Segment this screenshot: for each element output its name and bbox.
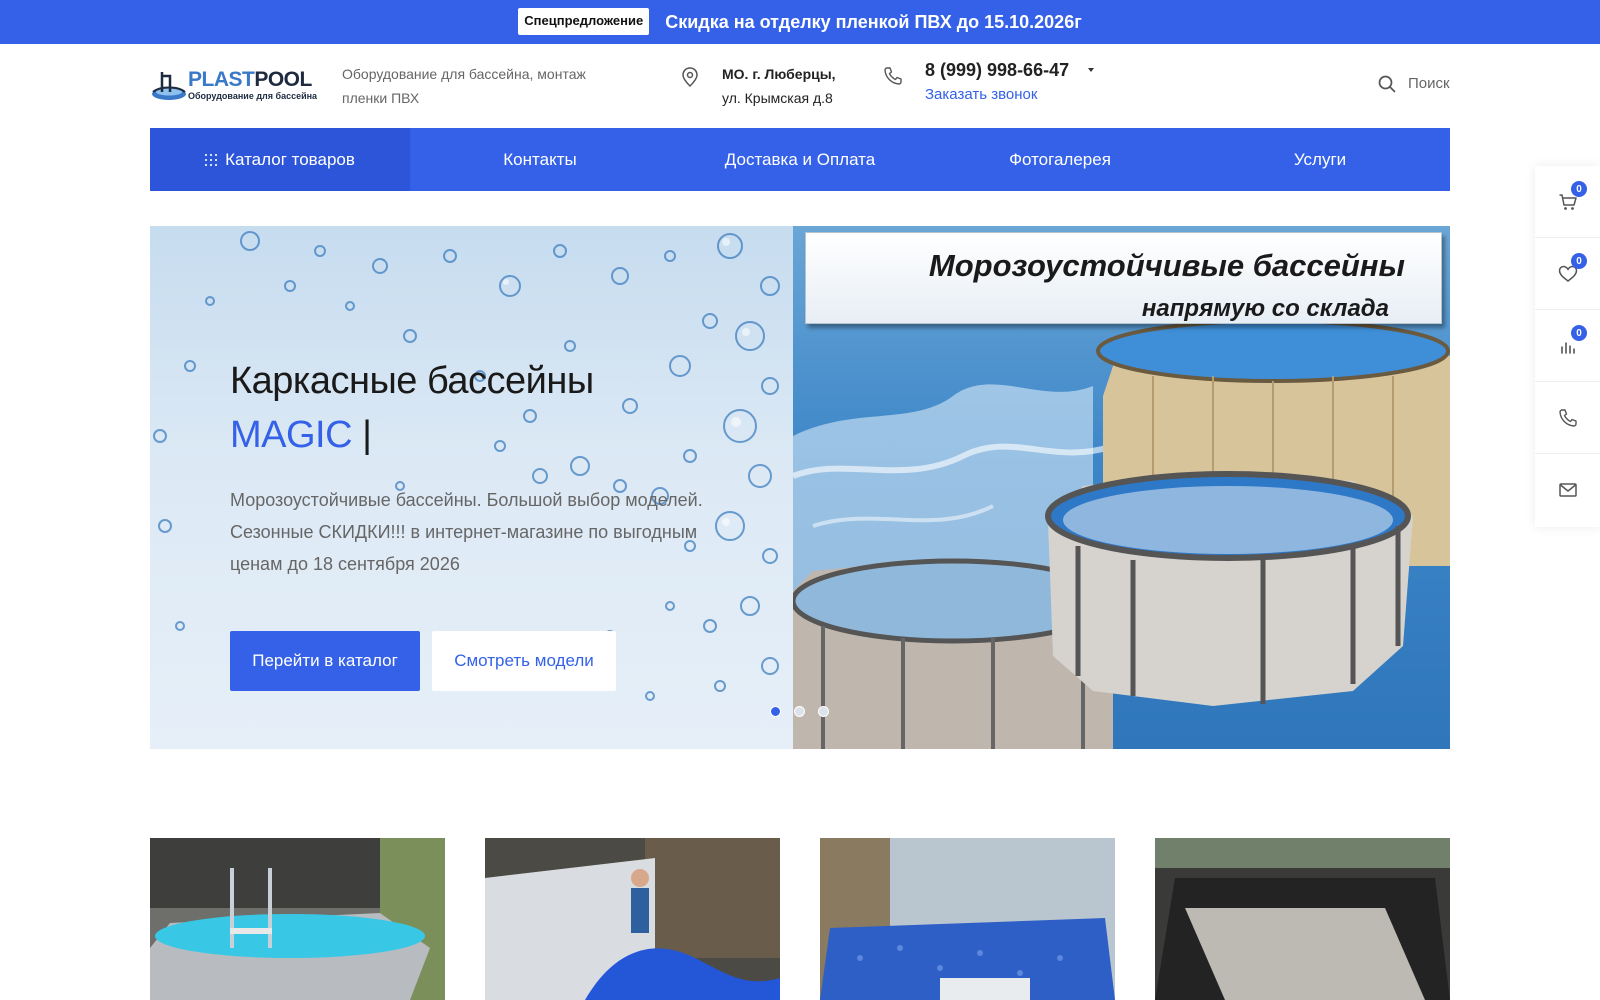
phone-icon — [1558, 408, 1577, 427]
mosaic-liner-photo — [820, 838, 1115, 1000]
search-button[interactable]: Поиск — [1408, 75, 1450, 92]
nav-item-label: Доставка и Оплата — [724, 149, 876, 169]
category-card-4[interactable] — [1155, 838, 1450, 1000]
location-pin-icon — [682, 67, 698, 88]
category-card-1[interactable] — [150, 838, 445, 1000]
call-button[interactable] — [1535, 382, 1600, 454]
callback-link[interactable]: Заказать звонок — [925, 86, 1037, 103]
slider-dot-1[interactable] — [770, 706, 781, 717]
pvc-liner-install-photo — [485, 838, 780, 1000]
email-button[interactable] — [1535, 454, 1600, 526]
slider-dot-3[interactable] — [818, 706, 829, 717]
promo-text[interactable]: Скидка на отделку пленкой ПВХ до 15.10.2… — [665, 12, 1081, 33]
banner-line-2: напрямую со склада — [1141, 295, 1389, 322]
hero-banner-caption: Морозоустойчивые бассейны напрямую со ск… — [805, 232, 1442, 324]
nav-item-label: Фотогалерея — [1009, 149, 1111, 169]
compare-count-badge: 0 — [1571, 325, 1587, 341]
slider-dots — [770, 706, 829, 717]
nav-item-label: Контакты — [503, 149, 577, 169]
search-icon[interactable] — [1378, 75, 1396, 93]
hero-accent: MAGIC | — [230, 414, 372, 456]
promo-bar: Спецпредложение Скидка на отделку пленко… — [0, 0, 1600, 44]
nav-item-delivery[interactable]: Доставка и Оплата — [670, 128, 930, 191]
nav-item-catalog[interactable]: Каталог товаров — [150, 128, 410, 191]
slider-dot-2[interactable] — [794, 706, 805, 717]
logo[interactable]: PLASTPOOL Оборудование для бассейна — [150, 64, 318, 108]
frame-pool-photo — [150, 838, 445, 1000]
nav-item-label: Каталог товаров — [225, 149, 355, 169]
logo-wordmark: PLASTPOOL — [188, 68, 312, 91]
favorites-button[interactable]: 0 — [1535, 238, 1600, 310]
nav-item-gallery[interactable]: Фотогалерея — [930, 128, 1190, 191]
hero-description: Морозоустойчивые бассейны. Большой выбор… — [230, 490, 703, 574]
view-models-button[interactable]: Смотреть модели — [432, 631, 616, 691]
favorites-count-badge: 0 — [1571, 253, 1587, 269]
pool-logo-icon — [152, 72, 186, 100]
compare-button[interactable]: 0 — [1535, 310, 1600, 382]
floating-side-bar: 0 0 0 — [1535, 166, 1600, 527]
category-card-3[interactable] — [820, 838, 1115, 1000]
cart-button[interactable]: 0 — [1535, 166, 1600, 238]
header-address: МО. г. Люберцы, ул. Крымская д.8 — [722, 66, 836, 106]
header-phone[interactable]: 8 (999) 998-66-47 — [925, 60, 1069, 81]
site-header: PLASTPOOL Оборудование для бассейна Обор… — [150, 44, 1450, 128]
cart-count-badge: 0 — [1571, 181, 1587, 197]
phone-icon — [884, 67, 902, 85]
nav-item-label: Услуги — [1293, 149, 1347, 169]
mail-icon — [1558, 483, 1577, 497]
promo-badge: Спецпредложение — [518, 7, 650, 35]
concrete-pool-photo — [1155, 838, 1450, 1000]
hero-title: Каркасные бассейны — [230, 360, 594, 402]
grid-icon — [205, 153, 218, 166]
main-nav: Каталог товаров Контакты Доставка и Опла… — [150, 128, 1450, 191]
nav-item-contacts[interactable]: Контакты — [410, 128, 670, 191]
go-to-catalog-button[interactable]: Перейти в каталог — [230, 631, 420, 691]
logo-subtitle: Оборудование для бассейна — [188, 91, 318, 101]
nav-item-services[interactable]: Услуги — [1190, 128, 1450, 191]
hero-slider: Морозоустойчивые бассейны напрямую со ск… — [150, 226, 1450, 749]
header-tagline: Оборудование для бассейна, монтаж пленки… — [342, 66, 586, 106]
chevron-down-icon[interactable] — [1088, 68, 1094, 72]
category-card-2[interactable] — [485, 838, 780, 1000]
hero-banner-image: Морозоустойчивые бассейны напрямую со ск… — [793, 226, 1450, 749]
banner-line-1: Морозоустойчивые бассейны — [928, 248, 1405, 283]
